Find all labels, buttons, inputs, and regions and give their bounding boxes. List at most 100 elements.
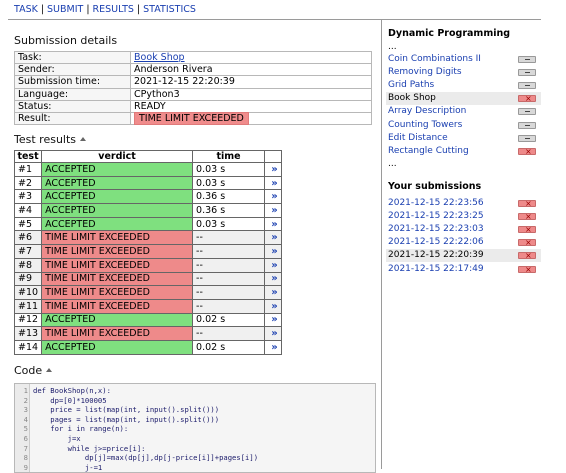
test-time: 0.36 s (192, 203, 265, 218)
code-heading[interactable]: Code (14, 364, 53, 377)
test-number: #5 (13, 216, 43, 232)
code-line: while j>=price[i]: (33, 443, 146, 453)
nav-results-link[interactable]: RESULTS (93, 4, 134, 15)
nav-statistics-link[interactable]: STATISTICS (143, 4, 196, 15)
nav-task-link[interactable]: TASK (14, 4, 38, 15)
sidebar-task-label: Edit Distance (388, 132, 448, 143)
nav-submit-link[interactable]: SUBMIT (47, 4, 83, 15)
sidebar-task-item[interactable]: Grid Paths (386, 79, 541, 92)
sidebar-task-item[interactable]: Array Description (386, 105, 541, 118)
view-test-link[interactable]: » (264, 285, 282, 300)
sidebar-task-item[interactable]: Rectangle Cutting (386, 145, 541, 158)
test-verdict: ACCEPTED (41, 175, 194, 191)
detail-key: Task: (14, 50, 131, 65)
test-verdict: ACCEPTED (41, 339, 194, 355)
submission-item[interactable]: 2021-12-15 22:23:56 (386, 197, 541, 210)
submission-time-link: 2021-12-15 22:20:39 (388, 250, 484, 261)
submission-item[interactable]: 2021-12-15 22:22:06 (386, 236, 541, 249)
line-number: 3 (23, 405, 28, 415)
test-time: 0.03 s (192, 175, 265, 191)
table-row: #14 ACCEPTED 0.02 s » (13, 339, 282, 355)
test-time: 0.02 s (192, 339, 265, 355)
submission-time-link: 2021-12-15 22:23:03 (388, 224, 484, 235)
test-results-header-row: test verdict time (13, 150, 282, 163)
test-time: -- (192, 244, 265, 259)
double-chevron-right-icon: » (271, 191, 278, 203)
not-attempted-status-icon (518, 56, 536, 63)
table-row: #4 ACCEPTED 0.36 s » (13, 203, 282, 218)
test-number: #7 (13, 244, 43, 259)
table-row: #11 TIME LIMIT EXCEEDED -- » (13, 298, 282, 314)
your-submissions-title: Your submissions (388, 181, 482, 192)
code-line: pages = list(map(int, input().split())) (33, 414, 220, 424)
sidebar-divider (381, 19, 382, 469)
line-number: 5 (23, 424, 28, 434)
double-chevron-right-icon: » (271, 259, 278, 271)
double-chevron-right-icon: » (271, 341, 278, 353)
task-link[interactable]: Book Shop (134, 52, 185, 63)
view-test-link[interactable]: » (264, 216, 282, 232)
test-time: 0.03 s (192, 216, 265, 232)
view-test-link[interactable]: » (264, 162, 282, 177)
view-test-link[interactable]: » (264, 298, 282, 314)
detail-key: Status: (14, 99, 131, 113)
test-time: 0.02 s (192, 312, 265, 328)
nav-separator: | (136, 4, 141, 15)
detail-key: Submission time: (14, 75, 131, 89)
submission-item[interactable]: 2021-12-15 22:23:25 (386, 210, 541, 223)
sidebar-task-item[interactable]: Coin Combinations II (386, 53, 541, 66)
sidebar-task-item[interactable]: Counting Towers (386, 119, 541, 132)
detail-key: Result: (14, 111, 131, 126)
view-test-link[interactable]: » (264, 326, 282, 341)
view-test-link[interactable]: » (264, 244, 282, 259)
submission-time-link: 2021-12-15 22:23:56 (388, 198, 484, 208)
sidebar-task-item[interactable]: Book Shop (386, 92, 541, 106)
line-number: 9 (23, 462, 28, 472)
submission-item[interactable]: 2021-12-15 22:17:49 (386, 263, 541, 276)
table-row: #8 TIME LIMIT EXCEEDED -- » (13, 257, 282, 273)
sidebar-task-item[interactable]: Removing Digits (386, 66, 541, 79)
test-verdict: ACCEPTED (41, 216, 194, 232)
view-test-link[interactable]: » (264, 257, 282, 273)
test-number: #2 (13, 175, 43, 191)
double-chevron-right-icon: » (271, 245, 278, 257)
test-number: #6 (13, 230, 43, 246)
column-header-link (264, 150, 282, 163)
test-results-heading[interactable]: Test results (14, 133, 87, 146)
column-header-verdict: verdict (41, 150, 194, 163)
collapse-arrow-icon[interactable] (80, 137, 87, 141)
sidebar-task-label: Counting Towers (388, 119, 463, 130)
detail-value-status: READY (130, 99, 372, 113)
view-test-link[interactable]: » (264, 189, 282, 205)
test-verdict: TIME LIMIT EXCEEDED (41, 298, 194, 314)
collapse-arrow-icon[interactable] (46, 368, 53, 372)
line-number: 6 (23, 434, 28, 443)
fail-status-icon (518, 236, 536, 249)
line-number: 7 (23, 443, 28, 453)
submission-details-table: Task: Book Shop Sender: Anderson Rivera … (14, 50, 372, 126)
test-verdict: TIME LIMIT EXCEEDED (41, 285, 194, 300)
detail-value-result: TIME LIMIT EXCEEDED (130, 111, 372, 126)
test-number: #8 (13, 257, 43, 273)
view-test-link[interactable]: » (264, 339, 282, 355)
submission-item[interactable]: 2021-12-15 22:20:39 (386, 249, 541, 263)
double-chevron-right-icon: » (271, 177, 278, 189)
submission-item[interactable]: 2021-12-15 22:23:03 (386, 223, 541, 236)
view-test-link[interactable]: » (264, 312, 282, 328)
test-number: #14 (13, 339, 43, 355)
table-row: #7 TIME LIMIT EXCEEDED -- » (13, 244, 282, 259)
double-chevron-right-icon: » (271, 218, 278, 230)
code-viewer[interactable]: 1 def BookShop(n,x): 2 dp=[0]*100005 3 pric… (14, 383, 376, 473)
code-line: j=x (33, 434, 81, 443)
sidebar-task-item[interactable]: Edit Distance (386, 132, 541, 145)
test-time: -- (192, 257, 265, 273)
fail-status-icon (518, 145, 536, 158)
view-test-link[interactable]: » (264, 175, 282, 191)
view-test-link[interactable]: » (264, 203, 282, 218)
test-results-heading-text: Test results (14, 133, 77, 146)
view-test-link[interactable]: » (264, 230, 282, 246)
test-number: #11 (13, 298, 43, 314)
view-test-link[interactable]: » (264, 271, 282, 287)
sidebar-task-label: Array Description (388, 106, 467, 117)
not-attempted-status-icon (518, 69, 536, 77)
